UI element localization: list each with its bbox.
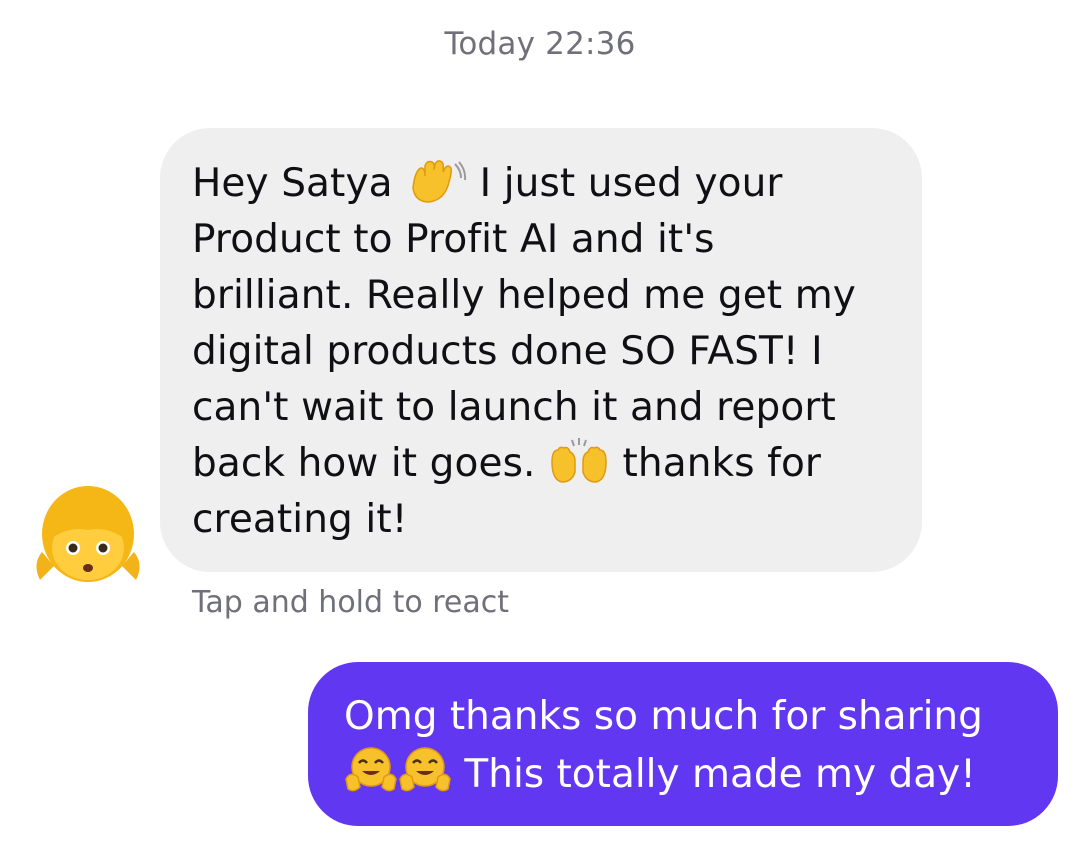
waving-hand-icon <box>412 160 467 203</box>
outgoing-message-text: Omg thanks so much for sharing This tota… <box>344 688 1048 803</box>
outgoing-line: This totally made my day! <box>464 752 976 797</box>
raising-hands-icon <box>551 438 607 483</box>
incoming-line: back how it goes. <box>192 441 536 486</box>
tap-hold-react-hint: Tap and hold to react <box>192 585 510 620</box>
girl-avatar-icon[interactable] <box>32 482 144 584</box>
incoming-line: digital products done SO FAST! I <box>192 329 823 374</box>
incoming-line: thanks for <box>622 441 822 486</box>
incoming-message-text: Hey Satya I just used your Product to Pr… <box>192 156 902 548</box>
outgoing-line: Omg thanks so much for sharing <box>344 694 983 739</box>
incoming-line: can't wait to launch it and report <box>192 385 836 430</box>
incoming-line: I just used your <box>479 161 783 206</box>
incoming-line: brilliant. Really helped me get my <box>192 273 856 318</box>
hugging-face-icon <box>399 747 451 792</box>
incoming-line: Hey Satya <box>192 161 393 206</box>
incoming-line: Product to Profit AI and it's <box>192 217 715 262</box>
incoming-line: creating it! <box>192 497 408 542</box>
outgoing-message-bubble[interactable]: Omg thanks so much for sharing This tota… <box>308 662 1058 826</box>
incoming-message-bubble[interactable]: Hey Satya I just used your Product to Pr… <box>160 128 922 572</box>
hugging-face-icon <box>345 747 397 792</box>
message-timestamp: Today 22:36 <box>444 26 636 62</box>
